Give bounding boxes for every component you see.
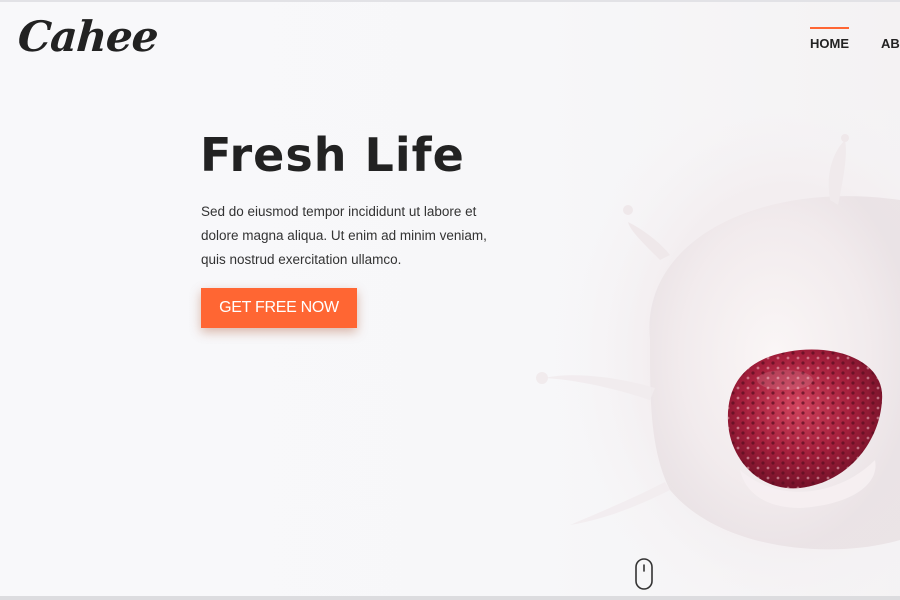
- hero-description: Sed do eiusmod tempor incididunt ut labo…: [201, 204, 487, 267]
- brand-logo[interactable]: Cahee: [16, 12, 159, 61]
- bottom-border: [0, 596, 900, 600]
- main-nav: HOME ABOUT: [810, 0, 900, 70]
- hero-title: Fresh Life: [200, 128, 465, 182]
- top-border: [0, 0, 900, 2]
- landing-page: Cahee HOME ABOUT Fresh Life Sed do eiusm…: [0, 0, 900, 600]
- strawberry-milk-splash-image: [500, 110, 900, 600]
- get-free-now-button[interactable]: GET FREE NOW: [201, 288, 357, 328]
- nav-item-about[interactable]: ABOUT: [881, 0, 900, 70]
- nav-item-home[interactable]: HOME: [810, 0, 849, 70]
- mouse-scroll-icon[interactable]: [634, 557, 654, 593]
